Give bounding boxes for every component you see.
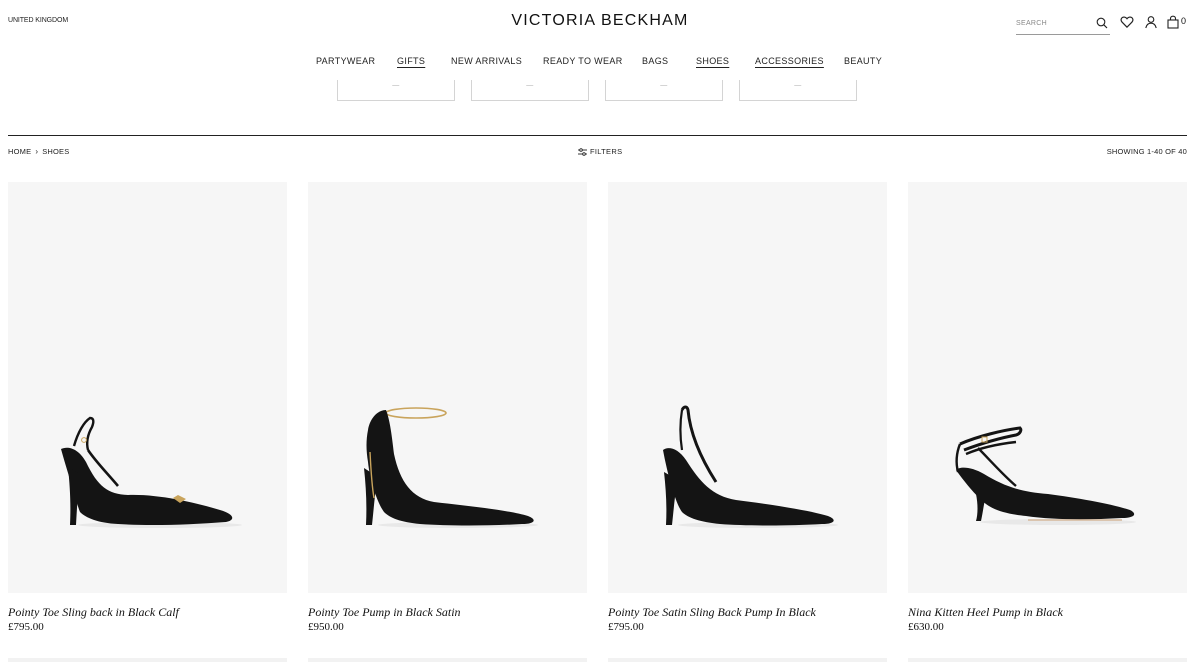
product-image[interactable] (8, 182, 287, 593)
subcategory-chip[interactable]: — (337, 80, 455, 101)
results-count: SHOWING 1-40 OF 40 (1106, 147, 1187, 156)
bag-icon[interactable] (1166, 15, 1180, 29)
user-icon[interactable] (1144, 15, 1158, 29)
subcategory-chips: — — — — (0, 80, 1200, 104)
filters-button[interactable]: FILTERS (578, 147, 622, 156)
product-price: £795.00 (8, 621, 44, 633)
kitten-heel-shoe-image (955, 426, 1136, 525)
breadcrumb-separator: › (35, 147, 39, 156)
product-image[interactable] (908, 182, 1187, 593)
filters-label: FILTERS (590, 147, 623, 156)
breadcrumb-current: SHOES (42, 147, 70, 156)
search-box (1016, 14, 1110, 35)
product-image[interactable] (608, 182, 887, 593)
search-input[interactable] (1016, 14, 1094, 32)
subcategory-chip[interactable]: — (471, 80, 589, 101)
product-name[interactable]: Pointy Toe Pump in Black Satin (308, 605, 461, 620)
heart-icon[interactable] (1120, 15, 1134, 29)
divider (8, 135, 1187, 136)
product-price: £630.00 (908, 621, 944, 633)
satin-slingback-shoe-image (663, 405, 838, 528)
filter-icon (578, 148, 587, 156)
nav-new-arrivals[interactable]: NEW ARRIVALS (451, 56, 522, 66)
subcategory-chip[interactable]: — (739, 80, 857, 101)
product-price: £950.00 (308, 621, 344, 633)
next-row-card (908, 658, 1187, 662)
next-row-card (308, 658, 587, 662)
product-image[interactable] (308, 182, 587, 593)
slingback-shoe-image (61, 416, 242, 528)
bag-count[interactable]: 0 (1181, 16, 1186, 26)
product-price: £795.00 (608, 621, 644, 633)
next-row-card (608, 658, 887, 662)
nav-ready-to-wear[interactable]: READY TO WEAR (543, 56, 623, 66)
next-row-card (8, 658, 287, 662)
breadcrumb-home[interactable]: HOME (8, 147, 31, 156)
top-bar: UNITED KINGDOM VICTORIA BECKHAM 0 (0, 0, 1200, 44)
subcategory-chip[interactable]: — (605, 80, 723, 101)
nav-partywear[interactable]: PARTYWEAR (316, 56, 375, 66)
nav-shoes[interactable]: SHOES (696, 56, 729, 66)
product-name[interactable]: Nina Kitten Heel Pump in Black (908, 605, 1063, 620)
nav-bags[interactable]: BAGS (642, 56, 668, 66)
main-navigation: PARTYWEAR GIFTS NEW ARRIVALS READY TO WE… (0, 56, 1200, 72)
nav-gifts[interactable]: GIFTS (397, 56, 425, 66)
product-name[interactable]: Pointy Toe Satin Sling Back Pump In Blac… (608, 605, 816, 620)
product-name[interactable]: Pointy Toe Sling back in Black Calf (8, 605, 179, 620)
nav-beauty[interactable]: BEAUTY (844, 56, 882, 66)
breadcrumb: HOME › SHOES (8, 147, 69, 156)
pump-shoe-image (364, 407, 538, 528)
search-icon[interactable] (1096, 17, 1108, 29)
nav-accessories[interactable]: ACCESSORIES (755, 56, 824, 66)
